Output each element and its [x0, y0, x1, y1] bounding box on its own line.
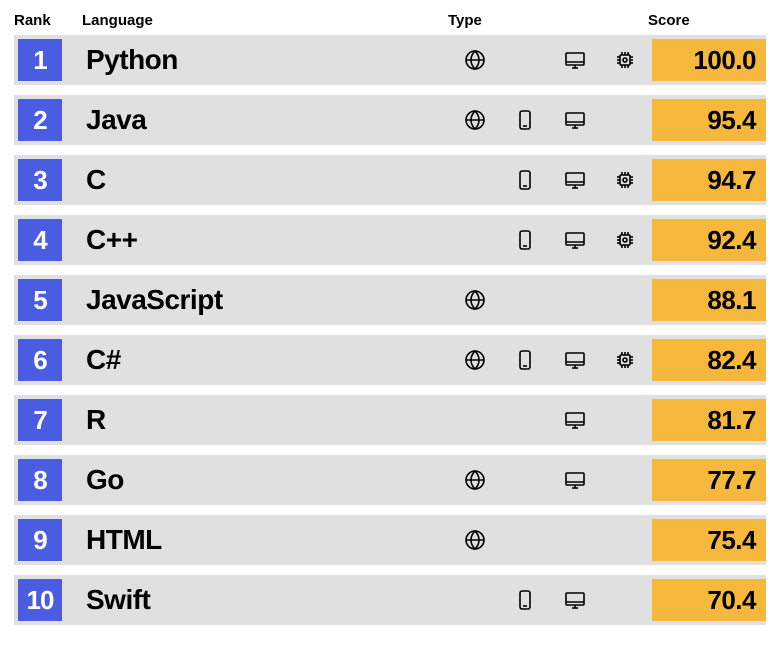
score-badge: 81.7: [652, 399, 766, 441]
desktop-icon: [552, 168, 598, 192]
table-row: 10 Swift 70.4: [14, 575, 766, 625]
score-badge: 82.4: [652, 339, 766, 381]
language-name: Go: [78, 464, 448, 496]
language-name: Java: [78, 104, 448, 136]
score-badge: 88.1: [652, 279, 766, 321]
score-badge: 75.4: [652, 519, 766, 561]
score-badge: 94.7: [652, 159, 766, 201]
web-icon: [452, 48, 498, 72]
header-rank: Rank: [14, 12, 70, 29]
score-badge: 95.4: [652, 99, 766, 141]
mobile-icon: [502, 108, 548, 132]
rank-badge: 3: [18, 159, 62, 201]
rank-badge: 9: [18, 519, 62, 561]
rank-badge: 7: [18, 399, 62, 441]
language-name: Swift: [78, 584, 448, 616]
table-row: 5 JavaScript 88.1: [14, 275, 766, 325]
header-score: Score: [648, 12, 762, 29]
rank-badge: 8: [18, 459, 62, 501]
desktop-icon: [552, 348, 598, 372]
table-row: 4 C++ 92.4: [14, 215, 766, 265]
mobile-icon: [502, 228, 548, 252]
desktop-icon: [552, 408, 598, 432]
score-badge: 70.4: [652, 579, 766, 621]
web-icon: [452, 288, 498, 312]
language-name: C#: [78, 344, 448, 376]
language-name: Python: [78, 44, 448, 76]
table-row: 8 Go 77.7: [14, 455, 766, 505]
web-icon: [452, 108, 498, 132]
table-body: 1 Python 100.0 2 Java 95.4 3C 94.7 4 C++ 92.4 5 Java…: [14, 35, 766, 625]
language-name: C: [78, 164, 448, 196]
mobile-icon: [502, 168, 548, 192]
embedded-icon: [602, 348, 648, 372]
language-name: JavaScript: [78, 284, 448, 316]
desktop-icon: [552, 228, 598, 252]
table-header: Rank Language Type Score: [14, 12, 766, 35]
rank-badge: 2: [18, 99, 62, 141]
table-row: 2 Java 95.4: [14, 95, 766, 145]
rank-badge: 1: [18, 39, 62, 81]
embedded-icon: [602, 168, 648, 192]
header-language: Language: [74, 12, 444, 29]
header-type: Type: [448, 12, 644, 29]
embedded-icon: [602, 48, 648, 72]
rank-badge: 4: [18, 219, 62, 261]
desktop-icon: [552, 108, 598, 132]
web-icon: [452, 468, 498, 492]
table-row: 7R 81.7: [14, 395, 766, 445]
table-row: 1 Python 100.0: [14, 35, 766, 85]
language-name: HTML: [78, 524, 448, 556]
language-name: C++: [78, 224, 448, 256]
score-badge: 100.0: [652, 39, 766, 81]
mobile-icon: [502, 348, 548, 372]
desktop-icon: [552, 468, 598, 492]
web-icon: [452, 348, 498, 372]
embedded-icon: [602, 228, 648, 252]
language-name: R: [78, 404, 448, 436]
mobile-icon: [502, 588, 548, 612]
rank-badge: 10: [18, 579, 62, 621]
desktop-icon: [552, 588, 598, 612]
table-row: 9 HTML 75.4: [14, 515, 766, 565]
table-row: 6 C# 82.4: [14, 335, 766, 385]
score-badge: 92.4: [652, 219, 766, 261]
score-badge: 77.7: [652, 459, 766, 501]
web-icon: [452, 528, 498, 552]
rank-badge: 5: [18, 279, 62, 321]
desktop-icon: [552, 48, 598, 72]
rank-badge: 6: [18, 339, 62, 381]
table-row: 3C 94.7: [14, 155, 766, 205]
